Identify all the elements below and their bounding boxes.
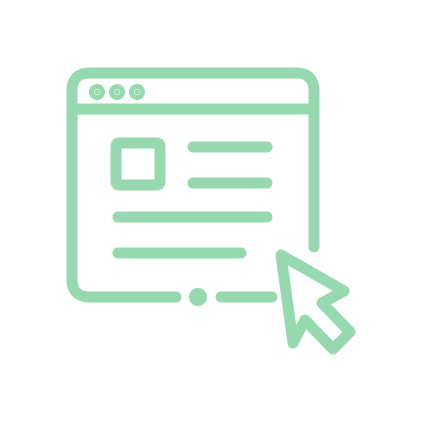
window-control-dot-1 [89,84,105,100]
bottom-edge-dot [189,288,207,306]
window-control-dot-3 [129,84,145,100]
image-placeholder-icon [110,137,166,191]
cursor-arrow-icon [275,249,356,355]
window-control-dot-2 [109,84,125,100]
browser-with-cursor-icon [66,67,356,355]
illustration-canvas [0,0,425,425]
